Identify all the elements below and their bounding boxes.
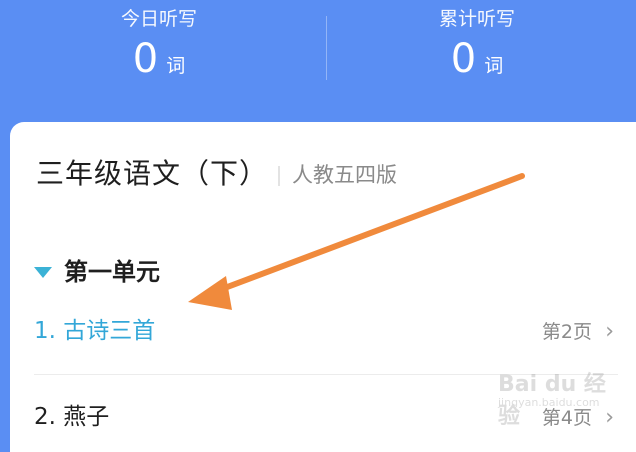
today-dictation-count: 0 — [132, 36, 159, 82]
total-dictation-count: 0 — [450, 36, 477, 82]
watermark: Bai du 经验 jingyan.baidu.com — [494, 362, 614, 429]
total-dictation-value-row: 0 词 — [318, 36, 636, 82]
lesson-name: 2. 燕子 — [34, 404, 110, 430]
today-dictation-stat: 今日听写 0 词 — [0, 6, 318, 82]
total-dictation-stat: 累计听写 0 词 — [318, 6, 636, 82]
total-dictation-label: 累计听写 — [438, 8, 515, 30]
stats-header: 今日听写 0 词 累计听写 0 词 — [0, 0, 636, 120]
watermark-subtext: jingyan.baidu.com — [498, 396, 600, 409]
today-dictation-label: 今日听写 — [120, 8, 197, 30]
unit-header[interactable]: 第一单元 — [34, 256, 160, 288]
triangle-down-icon — [34, 266, 52, 278]
lesson-name: 1. 古诗三首 — [34, 318, 156, 344]
book-edition: 人教五四版 — [292, 163, 397, 187]
today-dictation-value-row: 0 词 — [0, 36, 318, 82]
chevron-right-icon: › — [605, 319, 614, 344]
title-separator — [278, 166, 280, 186]
book-title[interactable]: 三年级语文（下） — [36, 154, 268, 194]
total-dictation-unit: 词 — [484, 55, 504, 77]
unit-title: 第一单元 — [64, 258, 160, 286]
today-dictation-unit: 词 — [166, 55, 186, 77]
lesson-page: 第2页 — [541, 321, 592, 343]
lesson-item-1[interactable]: 1. 古诗三首 第2页 › — [34, 312, 618, 352]
